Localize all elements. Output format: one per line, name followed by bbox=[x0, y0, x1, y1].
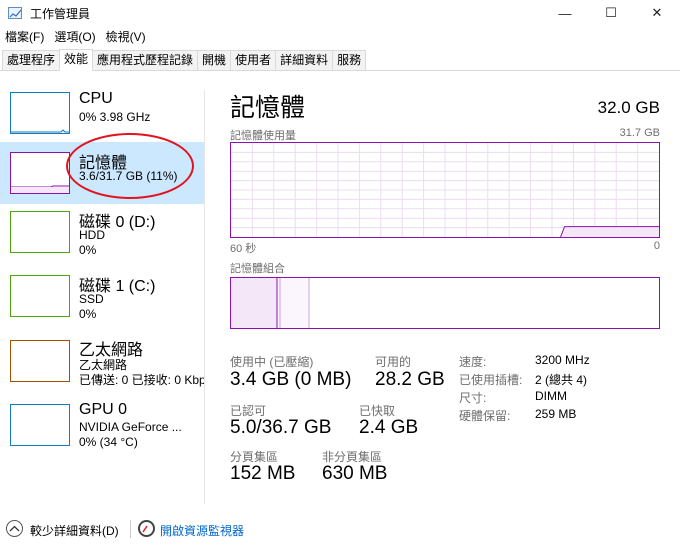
sidebar-item-detail: 0% bbox=[79, 307, 97, 321]
spec-slots-value: 2 (總共 4) bbox=[535, 373, 588, 387]
tab-app-history[interactable]: 應用程式歷程記錄 bbox=[92, 50, 199, 70]
title-bar: 工作管理員 — ☐ ✕ bbox=[0, 0, 680, 26]
open-resource-monitor-link[interactable]: 開啟資源監視器 bbox=[160, 522, 244, 539]
memory-composition-bar bbox=[230, 277, 660, 329]
paged-pool-value: 152 MB bbox=[230, 463, 296, 484]
menu-view[interactable]: 檢視(V) bbox=[101, 28, 151, 45]
tab-processes[interactable]: 處理程序 bbox=[2, 50, 61, 70]
in-use-label: 使用中 (已壓縮) bbox=[230, 355, 314, 369]
highlight-ellipse bbox=[66, 133, 194, 199]
task-manager-icon bbox=[8, 7, 22, 19]
window-controls: — ☐ ✕ bbox=[542, 0, 680, 26]
time-axis-right: 0 bbox=[653, 240, 660, 252]
page-title: 記憶體 bbox=[230, 94, 306, 122]
cpu-thumbnail-graph bbox=[10, 92, 70, 134]
sidebar-item-detail: 0% 3.98 GHz bbox=[79, 110, 151, 124]
usage-graph-max: 31.7 GB bbox=[619, 127, 660, 139]
gpu-thumbnail-graph bbox=[10, 404, 70, 446]
sidebar-item-disk-0[interactable]: 磁碟 0 (D:) HDD 0% bbox=[0, 206, 204, 268]
footer-separator bbox=[130, 520, 131, 538]
chevron-up-icon[interactable] bbox=[6, 520, 23, 537]
sidebar-item-detail: SSD bbox=[79, 292, 104, 306]
resource-monitor-icon[interactable] bbox=[138, 520, 155, 537]
tab-details[interactable]: 詳細資料 bbox=[275, 50, 334, 70]
sidebar-item-detail: HDD bbox=[79, 228, 105, 242]
committed-value: 5.0/36.7 GB bbox=[230, 417, 332, 438]
sidebar-item-title: CPU bbox=[79, 90, 113, 107]
tab-performance[interactable]: 效能 bbox=[59, 49, 94, 71]
usage-graph-label: 記憶體使用量 bbox=[230, 130, 296, 142]
sidebar-item-detail: 已傳送: 0 已接收: 0 Kbps bbox=[79, 373, 204, 387]
sidebar-item-title: GPU 0 bbox=[79, 401, 128, 418]
spec-form-key: 尺寸: bbox=[459, 391, 487, 405]
tab-startup[interactable]: 開機 bbox=[197, 50, 232, 70]
available-label: 可用的 bbox=[375, 355, 412, 369]
sidebar-item-disk-1[interactable]: 磁碟 1 (C:) SSD 0% bbox=[0, 270, 204, 332]
ethernet-thumbnail-graph bbox=[10, 340, 70, 382]
in-use-value: 3.4 GB (0 MB) bbox=[230, 369, 352, 390]
tab-bar: 處理程序 效能 應用程式歷程記錄 開機 使用者 詳細資料 服務 bbox=[0, 49, 680, 71]
nonpaged-pool-value: 630 MB bbox=[322, 463, 388, 484]
available-value: 28.2 GB bbox=[375, 369, 445, 390]
total-memory: 32.0 GB bbox=[597, 98, 660, 117]
tab-services[interactable]: 服務 bbox=[332, 50, 367, 70]
time-axis-left: 60 秒 bbox=[230, 243, 257, 255]
maximize-button[interactable]: ☐ bbox=[588, 0, 634, 26]
composition-label: 記憶體組合 bbox=[230, 263, 285, 275]
menu-options[interactable]: 選項(O) bbox=[49, 28, 100, 45]
sidebar-item-detail: NVIDIA GeForce ... bbox=[79, 420, 182, 434]
disk-thumbnail-graph bbox=[10, 211, 70, 253]
sidebar-item-detail: 0% bbox=[79, 243, 97, 257]
memory-usage-graph bbox=[230, 142, 660, 238]
fewer-details-button[interactable]: 較少詳細資料(D) bbox=[30, 522, 119, 539]
spec-slots-key: 已使用插槽: bbox=[459, 373, 523, 387]
close-button[interactable]: ✕ bbox=[634, 0, 680, 26]
menu-file[interactable]: 檔案(F) bbox=[0, 28, 49, 45]
sidebar-item-ethernet[interactable]: 乙太網路 乙太網路 已傳送: 0 已接收: 0 Kbps bbox=[0, 334, 204, 396]
spec-reserved-key: 硬體保留: bbox=[459, 409, 511, 423]
usage-area bbox=[560, 226, 659, 237]
memory-thumbnail-graph bbox=[10, 152, 70, 194]
spec-speed-key: 速度: bbox=[459, 355, 487, 369]
window-title: 工作管理員 bbox=[30, 6, 91, 21]
tab-users[interactable]: 使用者 bbox=[230, 50, 277, 70]
sidebar-item-detail: 0% (34 °C) bbox=[79, 435, 138, 449]
sidebar-item-gpu[interactable]: GPU 0 NVIDIA GeForce ... 0% (34 °C) bbox=[0, 398, 204, 460]
minimize-button[interactable]: — bbox=[542, 0, 588, 26]
spec-speed-value: 3200 MHz bbox=[535, 353, 590, 367]
menu-bar: 檔案(F) 選項(O) 檢視(V) bbox=[0, 26, 680, 46]
spec-reserved-value: 259 MB bbox=[535, 407, 577, 421]
spec-form-value: DIMM bbox=[535, 389, 567, 403]
cached-value: 2.4 GB bbox=[359, 417, 419, 438]
pane-divider bbox=[204, 90, 205, 504]
usage-graph-canvas bbox=[231, 143, 659, 238]
disk-thumbnail-graph bbox=[10, 275, 70, 317]
